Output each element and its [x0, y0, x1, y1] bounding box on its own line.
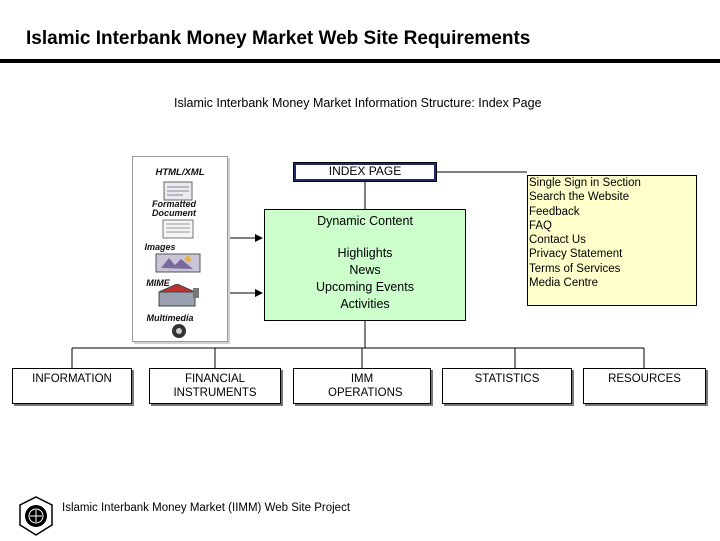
multimedia-icon [167, 323, 191, 339]
media-label-images: Images [144, 242, 176, 252]
dynamic-item-highlights: Highlights [337, 246, 393, 260]
link-privacy-statement: Privacy Statement [529, 248, 623, 261]
dynamic-content-list: Highlights News Upcoming Events Activiti… [265, 245, 465, 313]
link-contact-us: Contact Us [529, 234, 586, 247]
html-xml-icon [163, 181, 193, 201]
media-label-html-xml: HTML/XML [155, 167, 205, 178]
dynamic-content-title: Dynamic Content [317, 214, 413, 228]
media-label-multimedia: Multimedia [146, 313, 194, 323]
link-terms-of-services: Terms of Services [529, 262, 621, 275]
dynamic-content-box: Dynamic Content Highlights News Upcoming… [264, 209, 466, 321]
link-single-sign-in: Single Sign in Section [529, 177, 641, 189]
global-links-box: Single Sign in Section Search the Websit… [527, 175, 697, 306]
link-media-centre: Media Centre [529, 277, 599, 290]
section-statistics: STATISTICS [442, 368, 572, 404]
dynamic-item-news: News [349, 263, 381, 277]
section-financial-instruments: FINANCIAL INSTRUMENTS [149, 368, 281, 404]
section-resources: RESOURCES [583, 368, 706, 404]
organization-logo [18, 496, 54, 536]
section-imm-operations: IMM OPERATIONS [293, 368, 431, 404]
link-faq: FAQ [529, 219, 553, 232]
images-icon [155, 253, 201, 273]
media-label-formatted-document: Formatted Document [151, 199, 196, 218]
dynamic-item-activities: Activities [340, 297, 390, 311]
dynamic-item-upcoming-events: Upcoming Events [316, 280, 414, 294]
link-feedback: Feedback [529, 205, 580, 218]
section-information: INFORMATION [12, 368, 132, 404]
link-search-website: Search the Website [529, 191, 630, 204]
document-icon [161, 219, 195, 239]
index-page-box: INDEX PAGE [293, 162, 437, 182]
mime-icon [157, 283, 201, 308]
media-types-panel: HTML/XML Formatted Document Images MIME … [132, 156, 228, 342]
footer-project-text: Islamic Interbank Money Market (IIMM) We… [62, 502, 351, 514]
